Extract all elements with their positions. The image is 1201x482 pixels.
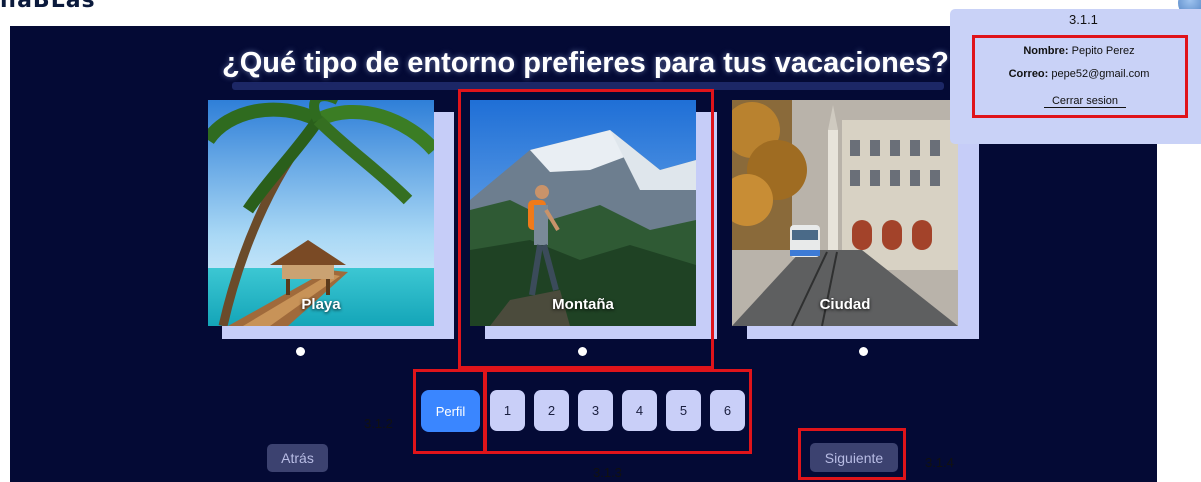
question-title: ¿Qué tipo de entorno prefieres para tus … (222, 47, 949, 79)
city-image (732, 100, 958, 326)
option-card-ciudad[interactable]: Ciudad (732, 100, 958, 326)
radio-ciudad[interactable] (859, 347, 868, 356)
annotation-3-1-3: 3.1.3 (593, 465, 622, 480)
highlight-box-3-1-1 (972, 35, 1188, 118)
page: ilaBLas ¿Qué tipo de entorno prefieres p… (0, 0, 1201, 482)
back-button[interactable]: Atrás (267, 444, 328, 472)
option-label-playa: Playa (301, 296, 341, 313)
beach-image (208, 100, 434, 326)
annotation-3-1-2: 3.1.2 (364, 416, 393, 431)
annotation-3-1-4: 3.1.4 (925, 455, 954, 470)
highlight-box-3-1-4 (798, 428, 906, 480)
highlight-box-3-1-3 (484, 369, 752, 454)
highlight-box-3-1-2 (413, 369, 486, 454)
highlight-box-montana (458, 89, 714, 369)
app-logo: ilaBLas (0, 0, 96, 13)
annotation-3-1-1: 3.1.1 (1069, 12, 1098, 27)
option-label-ciudad: Ciudad (819, 296, 871, 313)
option-card-playa[interactable]: Playa (208, 100, 434, 326)
radio-playa[interactable] (296, 347, 305, 356)
